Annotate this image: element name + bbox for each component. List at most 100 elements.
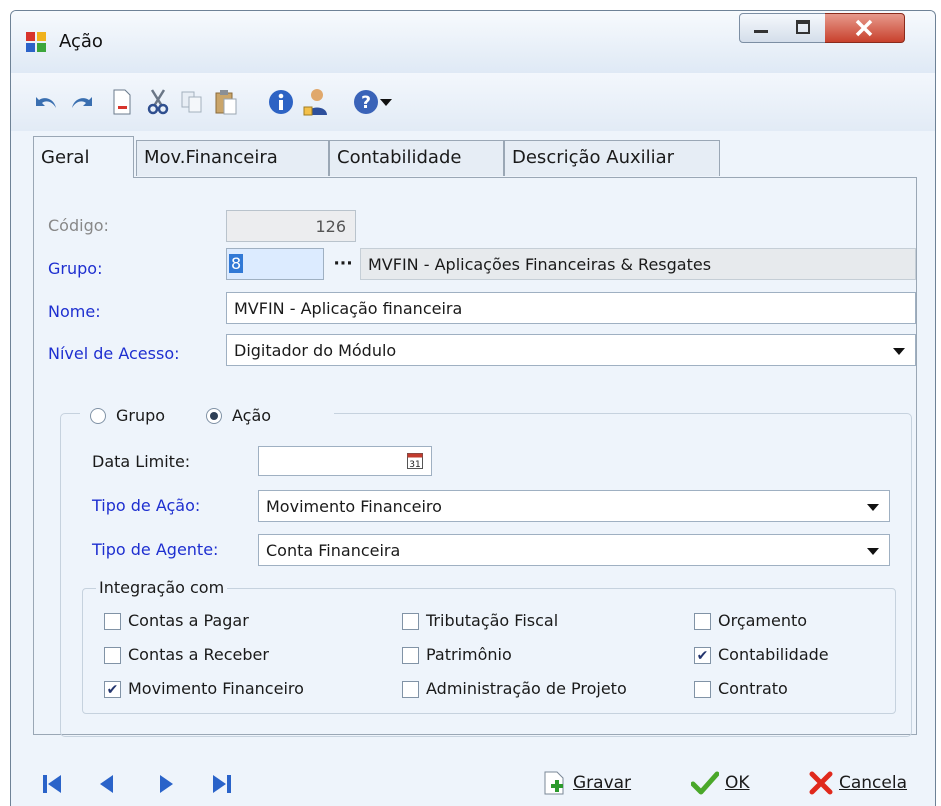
close-button[interactable] xyxy=(825,13,905,43)
data-limite-label: Data Limite: xyxy=(92,452,191,471)
grupo-code-input[interactable]: 8 xyxy=(226,248,324,280)
checkbox-contrato-label: Contrato xyxy=(718,679,788,698)
checkbox-contrato[interactable] xyxy=(694,681,711,698)
cancela-label: Cancela xyxy=(839,773,908,793)
undo-icon xyxy=(36,97,56,108)
checkbox-contas-a-pagar-label: Contas a Pagar xyxy=(128,611,249,630)
checkbox-contas-a-receber-label: Contas a Receber xyxy=(128,645,269,664)
maximize-button[interactable] xyxy=(782,13,826,43)
grupo-label: Grupo: xyxy=(48,259,103,278)
nivel-acesso-label: Nível de Acesso: xyxy=(48,344,180,363)
paste-icon xyxy=(215,90,237,115)
radio-grupo[interactable] xyxy=(90,408,106,424)
cancela-button[interactable]: Cancela xyxy=(809,769,907,797)
tipo-agente-label: Tipo de Agente: xyxy=(92,540,219,559)
nome-label: Nome: xyxy=(48,302,101,321)
app-icon xyxy=(26,32,46,52)
checkbox-orcamento-label: Orçamento xyxy=(718,611,808,630)
chevron-down-icon xyxy=(867,548,879,555)
minimize-button[interactable] xyxy=(739,13,783,43)
checkbox-patrimonio-label: Patrimônio xyxy=(426,645,512,664)
checkbox-tributacao-fiscal[interactable] xyxy=(402,613,419,630)
data-limite-input[interactable]: 31 xyxy=(258,446,432,476)
help-icon: ? xyxy=(354,90,378,114)
checkbox-contabilidade-label: Contabilidade xyxy=(718,645,829,664)
tipo-acao-label: Tipo de Ação: xyxy=(92,496,201,515)
first-icon xyxy=(43,775,61,793)
redo-icon xyxy=(72,97,92,108)
tab-panel-geral: Código: 126 Grupo: 8 ··· MVFIN - Aplicaç… xyxy=(33,177,917,737)
calendar-icon: 31 xyxy=(407,453,423,470)
integracao-title: Integração com xyxy=(96,578,228,597)
copy-button[interactable] xyxy=(177,87,207,117)
ok-label: OK xyxy=(725,773,750,793)
check-icon xyxy=(691,771,719,795)
codigo-label: Código: xyxy=(48,216,109,235)
redo-button[interactable] xyxy=(67,87,97,117)
checkbox-contabilidade[interactable]: ✔ xyxy=(694,647,711,664)
gravar-label: Gravar xyxy=(573,773,632,793)
checkbox-administracao-projeto[interactable] xyxy=(402,681,419,698)
checkbox-contas-a-pagar[interactable] xyxy=(104,613,121,630)
tab-contabilidade[interactable]: Contabilidade xyxy=(329,140,504,176)
new-document-button[interactable] xyxy=(107,87,137,117)
next-record-button[interactable] xyxy=(155,773,177,795)
next-icon xyxy=(160,775,173,793)
svg-text:31: 31 xyxy=(409,460,420,469)
checkbox-tributacao-fiscal-label: Tributação Fiscal xyxy=(426,611,559,630)
tab-geral[interactable]: Geral xyxy=(33,136,134,178)
gravar-button[interactable]: Gravar xyxy=(541,769,631,797)
last-icon xyxy=(213,775,231,793)
tipo-acao-select[interactable]: Movimento Financeiro xyxy=(258,490,890,522)
help-dropdown-button[interactable] xyxy=(377,87,395,117)
nivel-acesso-select[interactable]: Digitador do Módulo xyxy=(226,334,916,366)
undo-button[interactable] xyxy=(31,87,61,117)
checkmark-icon: ✔ xyxy=(106,681,119,698)
close-icon xyxy=(855,19,873,37)
tab-descricao-auxiliar[interactable]: Descrição Auxiliar xyxy=(504,140,720,176)
checkbox-patrimonio[interactable] xyxy=(402,647,419,664)
ok-button[interactable]: OK xyxy=(691,769,750,797)
first-record-button[interactable] xyxy=(41,773,63,795)
info-button[interactable] xyxy=(266,87,296,117)
user-icon xyxy=(303,89,327,116)
calendar-button[interactable]: 31 xyxy=(407,453,423,470)
save-icon xyxy=(544,771,564,795)
cut-icon xyxy=(147,89,169,115)
previous-icon xyxy=(100,775,113,793)
maximize-icon xyxy=(796,20,810,34)
checkbox-contas-a-receber[interactable] xyxy=(104,647,121,664)
cancel-icon xyxy=(809,771,833,795)
toolbar: ? xyxy=(11,73,935,131)
cut-button[interactable] xyxy=(143,87,173,117)
window-title: Ação xyxy=(59,31,103,52)
checkbox-orcamento[interactable] xyxy=(694,613,711,630)
bottom-bar: Gravar OK Cancela xyxy=(11,753,935,806)
checkbox-movimento-financeiro-label: Movimento Financeiro xyxy=(128,679,304,698)
dropdown-arrow-icon xyxy=(380,99,392,106)
checkbox-movimento-financeiro[interactable]: ✔ xyxy=(104,681,121,698)
minimize-icon xyxy=(754,30,768,33)
last-record-button[interactable] xyxy=(211,773,233,795)
chevron-down-icon xyxy=(893,348,905,355)
tipo-agente-select[interactable]: Conta Financeira xyxy=(258,534,890,566)
previous-record-button[interactable] xyxy=(96,773,118,795)
checkbox-administracao-projeto-label: Administração de Projeto xyxy=(426,679,627,698)
radio-acao[interactable] xyxy=(206,408,222,424)
info-icon xyxy=(269,90,293,114)
title-bar[interactable]: Ação xyxy=(11,11,935,73)
radio-grupo-label: Grupo xyxy=(116,406,166,425)
new-document-icon xyxy=(113,89,131,115)
radio-acao-label: Ação xyxy=(232,406,272,425)
copy-icon xyxy=(181,91,202,113)
svg-text:?: ? xyxy=(361,93,371,113)
tab-mov-financeira[interactable]: Mov.Financeira xyxy=(136,140,329,176)
grupo-description-field: MVFIN - Aplicações Financeiras & Resgate… xyxy=(360,248,916,280)
codigo-field: 126 xyxy=(226,210,356,242)
dialog-window: Ação ? Geral Mov.Financeira Contabilidad… xyxy=(10,10,936,806)
grupo-lookup-button[interactable]: ··· xyxy=(326,248,360,280)
nome-input[interactable]: MVFIN - Aplicação financeira xyxy=(226,292,916,324)
paste-button[interactable] xyxy=(211,87,241,117)
checkmark-icon: ✔ xyxy=(696,647,709,664)
user-button[interactable] xyxy=(301,87,331,117)
